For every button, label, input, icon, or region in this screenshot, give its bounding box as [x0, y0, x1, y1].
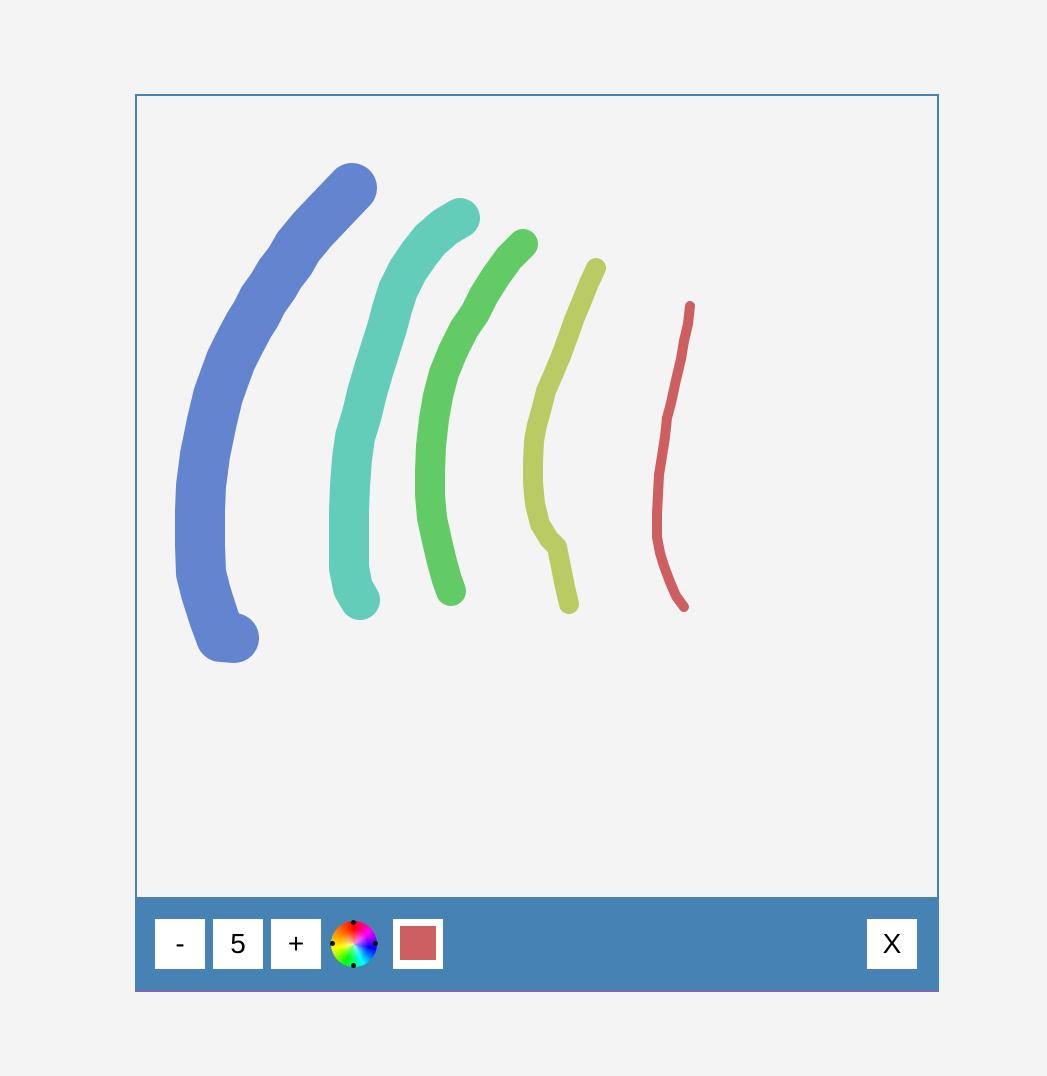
close-label: X	[882, 928, 902, 959]
color-wheel-marker	[351, 920, 356, 925]
decrease-size-label: -	[175, 928, 185, 959]
color-wheel-marker	[330, 941, 335, 946]
close-button[interactable]: X	[867, 919, 917, 969]
color-wheel-icon[interactable]	[330, 920, 378, 968]
brush-stroke-3	[415, 229, 538, 606]
brush-stroke-4	[523, 258, 606, 614]
color-wheel-marker	[351, 963, 356, 968]
toolbar: - 5 + X	[135, 897, 939, 992]
current-color-button[interactable]	[393, 919, 443, 969]
brush-size-value: 5	[230, 928, 246, 959]
decrease-size-button[interactable]: -	[155, 919, 205, 969]
current-color-swatch	[400, 926, 436, 960]
brush-stroke-5	[652, 301, 695, 612]
drawing-app: - 5 + X	[135, 94, 939, 992]
color-wheel-marker	[373, 941, 378, 946]
increase-size-button[interactable]: +	[271, 919, 321, 969]
drawing-canvas[interactable]	[137, 96, 937, 897]
brush-size-display: 5	[213, 919, 263, 969]
increase-size-label: +	[287, 928, 305, 959]
